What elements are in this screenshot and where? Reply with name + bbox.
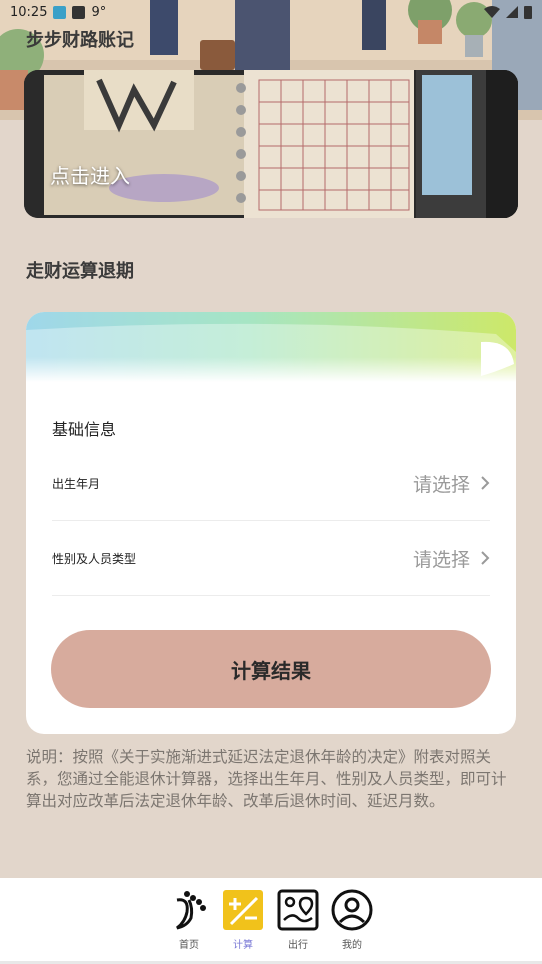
planner-photo	[24, 70, 518, 218]
nav-item-home[interactable]: 首页	[162, 888, 216, 951]
gender-type-value: 请选择	[412, 548, 470, 571]
nav-label-mine: 我的	[342, 940, 362, 951]
gender-type-picker[interactable]: 请选择	[413, 545, 490, 572]
calculate-button[interactable]: 计算结果	[51, 630, 491, 708]
battery-icon	[524, 6, 532, 19]
gender-type-row[interactable]: 性别及人员类型 请选择	[52, 521, 490, 596]
user-icon	[331, 889, 373, 931]
birth-date-row[interactable]: 出生年月 请选择	[52, 446, 490, 521]
footprint-icon	[176, 891, 206, 930]
card-gradient-header	[26, 312, 516, 382]
nav-label-travel: 出行	[288, 940, 308, 951]
chevron-right-icon	[481, 476, 490, 490]
birth-date-label: 出生年月	[52, 476, 101, 491]
enter-banner-card[interactable]	[24, 70, 518, 218]
nav-label-home: 首页	[179, 940, 199, 951]
nav-item-calc[interactable]: 计算	[216, 888, 270, 951]
basic-info-label: 基础信息	[52, 420, 117, 439]
status-left: 10:25 9°	[10, 5, 106, 20]
nav-item-mine[interactable]: 我的	[325, 888, 379, 951]
birth-date-picker[interactable]: 请选择	[413, 470, 490, 497]
nav-label-calc: 计算	[233, 940, 253, 951]
calculator-icon	[223, 890, 263, 930]
enter-label[interactable]: 点击进入	[50, 160, 130, 189]
app-notification-icon	[53, 5, 67, 19]
vpn-icon	[72, 5, 86, 19]
map-icon	[277, 889, 319, 931]
status-bar: 10:25 9°	[0, 0, 542, 24]
status-time: 10:25	[10, 4, 48, 20]
status-right	[484, 5, 532, 19]
signal-icon	[506, 6, 518, 18]
app-title: 步步财路账记	[26, 30, 134, 51]
birth-date-value: 请选择	[412, 473, 470, 496]
nav-item-travel[interactable]: 出行	[271, 888, 325, 951]
weather-temp: 9°	[91, 4, 107, 20]
chevron-right-icon	[481, 551, 490, 565]
bottom-nav: 首页 计算 出行 我的	[0, 878, 542, 964]
wifi-icon	[484, 6, 500, 18]
retirement-calculator-card: 基础信息 出生年月 请选择 性别及人员类型 请选择 计算结果	[26, 312, 516, 734]
description-text: 说明：按照《关于实施渐进式延迟法定退休年龄的决定》附表对照关系，您通过全能退休计…	[26, 748, 507, 810]
section-title: 走财运算退期	[26, 261, 134, 282]
gender-type-label: 性别及人员类型	[52, 551, 137, 566]
